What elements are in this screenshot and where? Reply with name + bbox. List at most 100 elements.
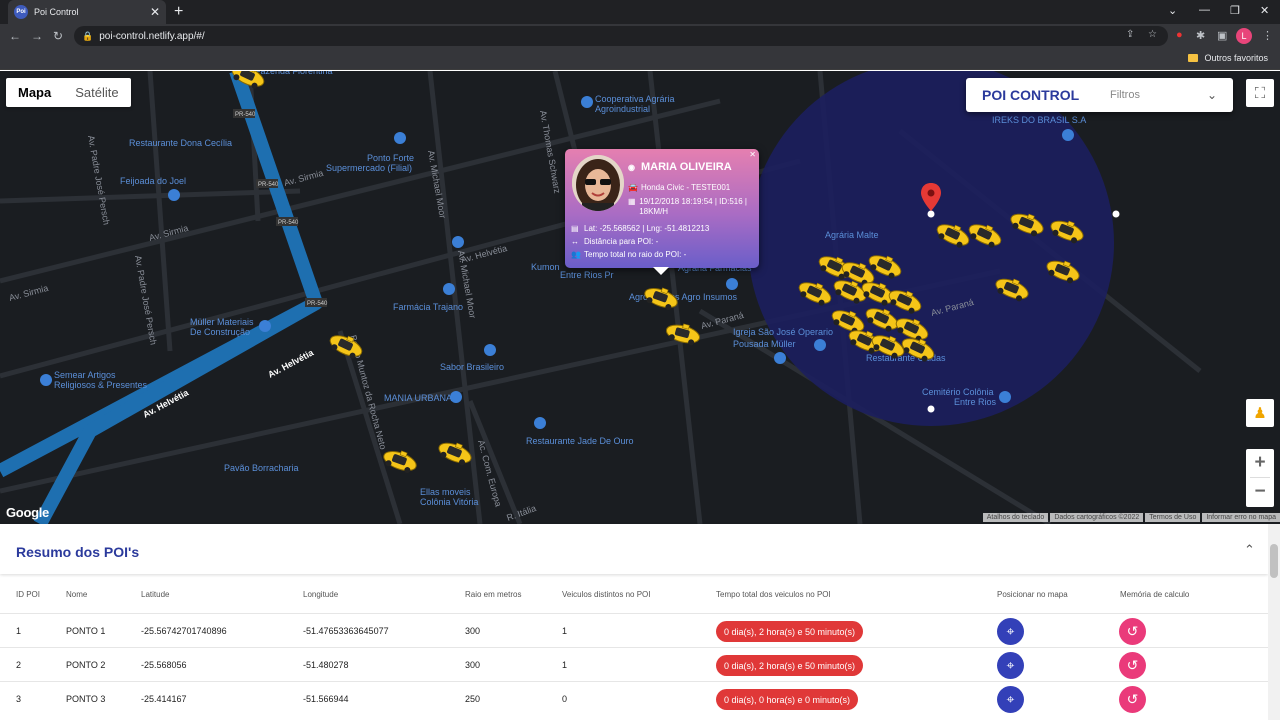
zoom-in-button[interactable]: + [1254,449,1265,477]
pegman-icon: ♟ [1253,405,1267,422]
address-bar[interactable]: 🔒 poi-control.netlify.app/#/ ⇪ ☆ [74,26,1168,46]
tab-title: Poi Control [34,7,79,17]
tab-search-icon[interactable]: ⌄ [1168,4,1177,17]
history-button[interactable]: ↺ [1119,652,1146,679]
keyboard-shortcuts-link[interactable]: Atalhos do teclado [982,513,1049,522]
table-row: 3 PONTO 3 -25.414167 -51.566944 250 0 0 … [0,681,1268,715]
ruler-icon: ↔ [571,237,579,246]
cell-vehicles: 1 [562,660,568,670]
street-view-pegman[interactable]: ♟ [1246,399,1274,427]
url-text: poi-control.netlify.app/#/ [99,30,205,42]
locate-button[interactable]: ⌖ [997,652,1024,679]
total-time-line: 👥 Tempo total no raio do POI: - [571,250,686,259]
extension-icon[interactable]: ● [1176,29,1183,41]
bookmark-star-icon[interactable]: ☆ [1148,29,1157,40]
cell-radius: 300 [465,660,481,670]
driver-name: ◉ MARIA OLIVEIRA [628,161,732,173]
reload-icon[interactable]: ↻ [53,29,63,43]
zoom-out-button[interactable]: − [1254,478,1265,506]
map-icon: ▤ [571,224,579,233]
calendar-icon: ▦ [628,197,636,206]
cell-lng: -51.47653363645077 [303,626,389,636]
close-window-icon[interactable]: ✕ [1260,4,1269,17]
cell-id: 1 [16,626,22,636]
popup-caret [653,267,669,275]
cell-vehicles: 1 [562,626,568,636]
browser-toolbar: ← → ↻ 🔒 poi-control.netlify.app/#/ ⇪ ☆ ●… [0,24,1280,48]
new-tab-icon[interactable]: + [174,3,183,21]
map-canvas[interactable]: Av. Sirmia Av. Sirmia Av. Sirmia Av. Hel… [0,71,1280,524]
app-brand: POI CONTROL [982,87,1080,103]
fullscreen-button[interactable]: ⛶ [1246,79,1274,107]
cell-lat: -25.568056 [141,660,187,670]
cell-lat: -25.414167 [141,694,187,704]
chevron-up-icon[interactable]: ⌃ [1244,542,1255,558]
crosshair-icon: ⌖ [1006,657,1015,673]
cell-radius: 250 [465,694,481,704]
summary-header[interactable]: Resumo dos POI's ⌃ [0,524,1268,574]
share-icon[interactable]: ⇪ [1126,29,1134,40]
chevron-down-icon[interactable]: ⌄ [1207,88,1217,102]
restore-icon[interactable]: ❐ [1230,4,1240,17]
history-button[interactable]: ↺ [1119,686,1146,713]
col-vehicles: Veiculos distintos no POI [562,590,651,599]
summary-title: Resumo dos POI's [16,544,140,560]
map-type-satellite-button[interactable]: Satélite [63,78,130,107]
back-icon[interactable]: ← [9,29,21,43]
map-data-label: Dados cartográficos ©2022 [1050,513,1144,522]
close-popup-icon[interactable]: ✕ [749,150,756,159]
table-row: 2 PONTO 2 -25.568056 -51.480278 300 1 0 … [0,647,1268,681]
lock-icon: 🔒 [82,30,94,41]
cell-lng: -51.566944 [303,694,349,704]
history-button[interactable]: ↺ [1119,618,1146,645]
google-logo: Google [6,505,49,520]
cell-lat: -25.56742701740896 [141,626,227,636]
time-badge: 0 dia(s), 0 hora(s) e 0 minuto(s) [716,689,859,710]
cell-id: 2 [16,660,22,670]
map-attribution: Atalhos do teclado Dados cartográficos ©… [982,513,1280,522]
locate-button[interactable]: ⌖ [997,618,1024,645]
timestamp-label: 19/12/2018 18:19:54 | ID:516 | 18KM/H [639,197,747,216]
history-icon: ↺ [1126,657,1139,673]
col-name: Nome [66,590,88,599]
users-icon: 👥 [571,250,581,259]
col-id: ID POI [16,590,41,599]
report-error-link[interactable]: Informar erro no mapa [1202,513,1280,522]
fullscreen-icon: ⛶ [1254,84,1266,102]
page-scrollbar[interactable] [1268,524,1280,720]
crosshair-icon: ⌖ [1006,691,1015,707]
filters-select[interactable]: Filtros [1110,89,1207,101]
time-badge: 0 dia(s), 2 hora(s) e 50 minuto(s) [716,621,864,642]
cell-name: PONTO 3 [66,694,106,704]
other-bookmarks[interactable]: Outros favoritos [1188,53,1268,63]
minimize-icon[interactable]: — [1199,4,1210,16]
cell-name: PONTO 1 [66,626,106,636]
scrollbar-thumb[interactable] [1270,544,1278,578]
browser-tab[interactable]: Poi Poi Control ✕ [8,0,166,24]
poi-control-panel: POI CONTROL Filtros ⌄ [966,78,1233,112]
vehicle-markers[interactable] [0,71,1280,524]
cell-id: 3 [16,694,22,704]
col-calc-memory: Memória de calculo [1120,590,1190,599]
menu-kebab-icon[interactable]: ⋮ [1262,29,1273,42]
terms-link[interactable]: Termos de Uso [1145,513,1201,522]
vehicle-label: Honda Civic - TESTE001 [641,183,731,192]
driver-name-label: MARIA OLIVEIRA [641,161,732,173]
locate-button[interactable]: ⌖ [997,686,1024,713]
poi-summary-section: Resumo dos POI's ⌃ ID POI Nome Latitude … [0,524,1268,720]
driver-avatar [572,155,624,211]
app-favicon-icon: Poi [14,5,28,19]
coords-line: ▤ Lat: -25.568562 | Lng: -51.4812213 [571,224,709,233]
total-time-label: Tempo total no raio do POI: - [584,250,687,259]
side-panel-icon[interactable]: ▣ [1217,29,1227,42]
forward-icon[interactable]: → [31,29,43,43]
table-row: 1 PONTO 1 -25.56742701740896 -51.4765336… [0,613,1268,647]
profile-avatar[interactable]: L [1236,28,1252,44]
extensions-puzzle-icon[interactable]: ✱ [1196,29,1205,42]
timestamp-line: ▦ 19/12/2018 18:19:54 | ID:516 | 18KM/H [628,197,753,217]
distance-line: ↔ Distância para POI: - [571,237,658,246]
browser-tab-bar: Poi Poi Control ✕ + ⌄ — ❐ ✕ [0,0,1280,24]
close-tab-icon[interactable]: ✕ [150,5,160,19]
car-icon: 🚘 [628,183,638,192]
map-type-map-button[interactable]: Mapa [6,78,63,107]
